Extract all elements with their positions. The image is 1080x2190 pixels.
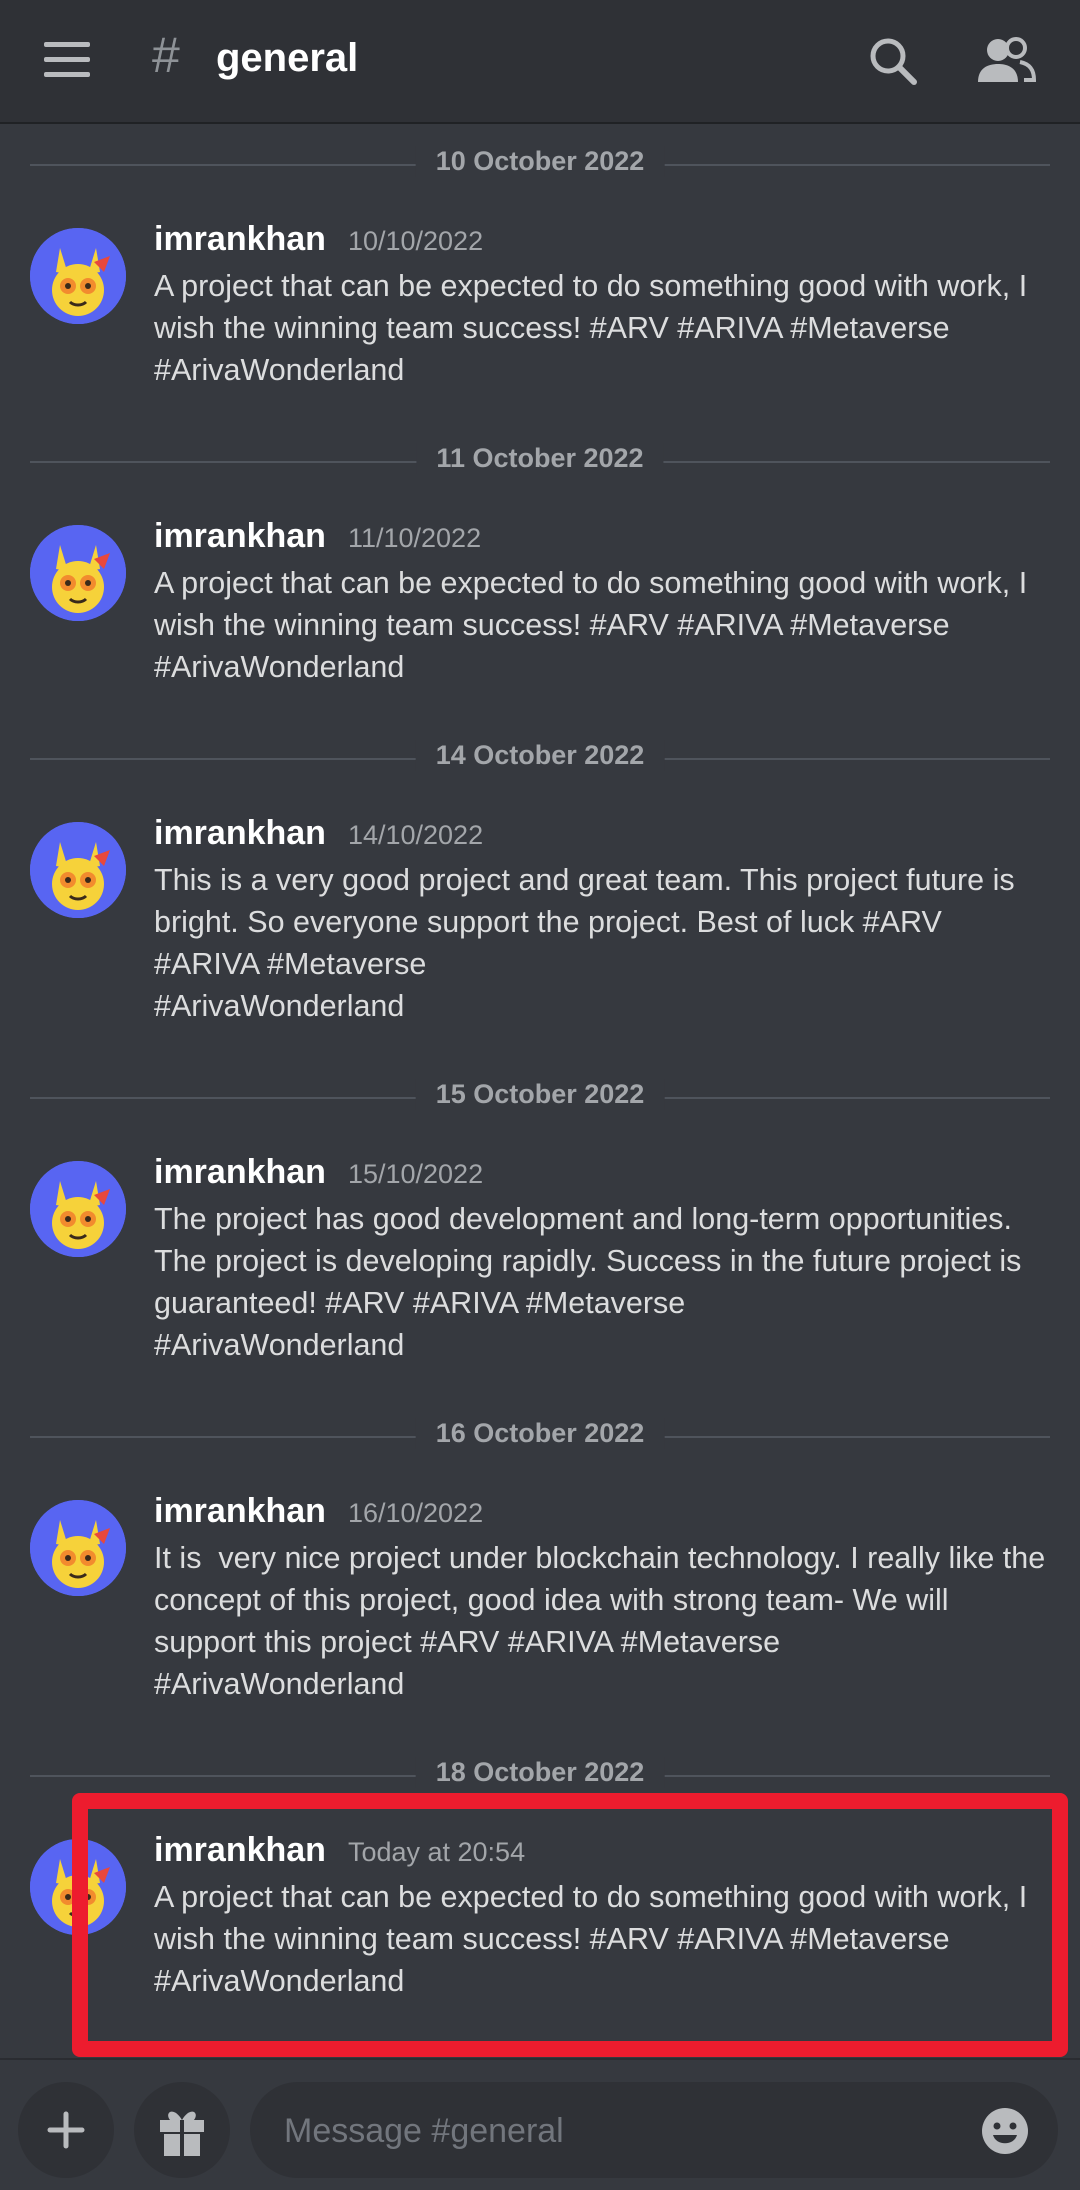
timestamp: 15/10/2022 (347, 1159, 484, 1189)
message-header: imrankhan 16/10/2022 (154, 1492, 1050, 1531)
emoji-icon[interactable] (980, 2106, 1030, 2156)
date-divider: 18 October 2022 (0, 1737, 1080, 1809)
message-text: This is a very good project and great te… (154, 863, 1015, 1023)
message-input-container[interactable] (250, 2082, 1058, 2178)
channel-header: # general (0, 0, 1080, 124)
message-text: A project that can be expected to do som… (154, 269, 1036, 387)
message-item[interactable]: imrankhan 11/10/2022 A project that can … (0, 495, 1080, 720)
avatar[interactable] (30, 1161, 126, 1257)
gift-icon (160, 2111, 204, 2156)
avatar[interactable] (30, 822, 126, 918)
message-header: imrankhan 15/10/2022 (154, 1153, 1050, 1192)
menu-icon[interactable] (44, 42, 92, 78)
avatar[interactable] (30, 1839, 126, 1935)
date-divider: 14 October 2022 (0, 720, 1080, 792)
message-item[interactable]: imrankhan 15/10/2022 The project has goo… (0, 1131, 1080, 1398)
gift-button[interactable] (134, 2082, 230, 2178)
timestamp: 16/10/2022 (347, 1498, 484, 1528)
divider-date: 11 October 2022 (416, 443, 664, 474)
members-icon[interactable] (976, 34, 1036, 88)
message-header: imrankhan Today at 20:54 (154, 1831, 1050, 1870)
message-composer (0, 2058, 1080, 2190)
message-header: imrankhan 10/10/2022 (154, 220, 1050, 259)
avatar[interactable] (30, 525, 126, 621)
message-item[interactable]: imrankhan 10/10/2022 A project that can … (0, 198, 1080, 423)
date-divider: 11 October 2022 (0, 423, 1080, 495)
avatar[interactable] (30, 1500, 126, 1596)
divider-date: 14 October 2022 (415, 740, 665, 771)
avatar[interactable] (30, 228, 126, 324)
divider-date: 15 October 2022 (415, 1079, 665, 1110)
username[interactable]: imrankhan (154, 517, 326, 556)
add-attachment-button[interactable] (18, 2082, 114, 2178)
date-divider: 15 October 2022 (0, 1059, 1080, 1131)
message-item[interactable]: imrankhan Today at 20:54 A project that … (0, 1809, 1080, 2034)
date-divider: 16 October 2022 (0, 1398, 1080, 1470)
message-header: imrankhan 14/10/2022 (154, 814, 1050, 853)
date-divider: 10 October 2022 (0, 126, 1080, 198)
username[interactable]: imrankhan (154, 1831, 326, 1870)
message-feed[interactable]: 10 October 2022 imrankhan 10/10/2022 A p… (0, 126, 1080, 2056)
message-item[interactable]: imrankhan 16/10/2022 It is very nice pro… (0, 1470, 1080, 1737)
timestamp: 14/10/2022 (347, 820, 484, 850)
divider-date: 16 October 2022 (415, 1418, 665, 1449)
message-text: It is very nice project under blockchain… (154, 1541, 1046, 1701)
divider-date: 18 October 2022 (415, 1757, 665, 1788)
message-text: A project that can be expected to do som… (154, 1880, 1036, 1998)
username[interactable]: imrankhan (154, 220, 326, 259)
message-input[interactable] (282, 2100, 926, 2162)
message-item[interactable]: imrankhan 14/10/2022 This is a very good… (0, 792, 1080, 1059)
plus-icon (47, 2111, 85, 2149)
timestamp: 10/10/2022 (347, 226, 484, 256)
message-text: The project has good development and lon… (154, 1202, 1022, 1362)
channel-title: general (216, 36, 359, 80)
message-header: imrankhan 11/10/2022 (154, 517, 1050, 556)
search-icon[interactable] (866, 34, 920, 88)
username[interactable]: imrankhan (154, 1153, 326, 1192)
channel-hash-icon: # (152, 27, 180, 83)
username[interactable]: imrankhan (154, 1492, 326, 1531)
divider-date: 10 October 2022 (415, 146, 665, 177)
message-text: A project that can be expected to do som… (154, 566, 1036, 684)
username[interactable]: imrankhan (154, 814, 326, 853)
timestamp: 11/10/2022 (347, 523, 482, 553)
discord-app: # general 10 October 2022 imrankhan 10/1… (0, 0, 1080, 2190)
timestamp: Today at 20:54 (347, 1837, 526, 1867)
